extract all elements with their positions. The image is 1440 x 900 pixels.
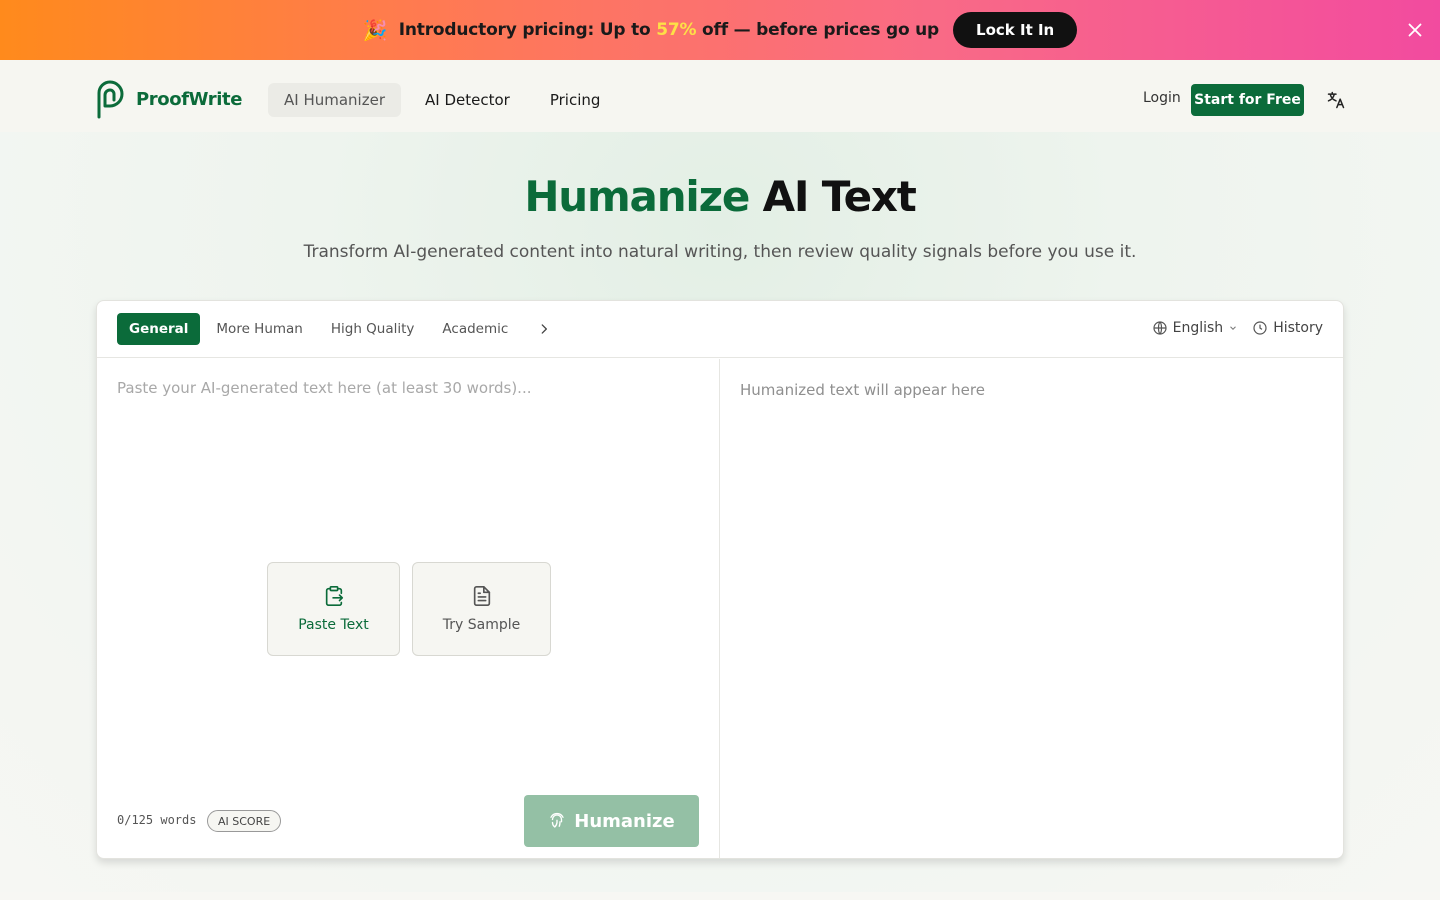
nav-link-ai-humanizer[interactable]: AI Humanizer [268, 83, 401, 117]
promo-text: Introductory pricing: Up to 57% off — be… [399, 20, 939, 40]
brand-logo[interactable]: ProofWrite [96, 79, 242, 119]
language-label: English [1172, 320, 1224, 336]
mode-tab-general[interactable]: General [117, 313, 201, 345]
chevron-down-icon [1230, 326, 1237, 330]
close-icon[interactable] [1404, 19, 1426, 41]
humanize-button[interactable]: Humanize [524, 795, 699, 847]
promo-content: 🎉 Introductory pricing: Up to 57% off — … [362, 12, 1078, 48]
globe-icon [1153, 321, 1167, 335]
card-right-tools: English History [1152, 320, 1323, 336]
history-button[interactable]: History [1252, 320, 1323, 336]
clipboard-paste-icon [325, 586, 343, 606]
try-sample-button[interactable]: Try Sample [412, 562, 551, 656]
nav-links: AI Humanizer AI Detector Pricing [268, 83, 616, 117]
translate-icon[interactable] [1326, 90, 1346, 110]
ai-score-badge[interactable]: AI SCORE [207, 810, 282, 832]
mode-toolbar: General More Human High Quality Academic… [97, 301, 1343, 358]
promo-banner: 🎉 Introductory pricing: Up to 57% off — … [0, 0, 1440, 60]
lock-it-in-button[interactable]: Lock It In [953, 12, 1078, 48]
logo-mark-icon [97, 80, 124, 119]
history-label: History [1273, 320, 1323, 336]
word-count: 0/125 words [117, 813, 197, 827]
nav-link-pricing[interactable]: Pricing [534, 83, 617, 117]
promo-discount: 57% [656, 20, 697, 40]
party-popper-icon: 🎉 [362, 18, 388, 42]
try-sample-label: Try Sample [442, 617, 521, 633]
fingerprint-icon [550, 812, 564, 828]
paste-text-button[interactable]: Paste Text [267, 562, 400, 656]
chevron-right-icon[interactable] [532, 317, 556, 341]
login-link[interactable]: Login [1143, 90, 1181, 106]
mode-tab-high-quality[interactable]: High Quality [319, 313, 427, 345]
input-pane: Paste Text Try Sample 0/125 words AI SCO… [97, 359, 720, 858]
humanize-label: Humanize [574, 810, 675, 832]
promo-text-before: Introductory pricing: Up to [398, 20, 657, 40]
document-icon [473, 586, 490, 606]
input-textarea[interactable] [117, 379, 700, 499]
brand-name: ProofWrite [136, 88, 243, 110]
hero-subtitle: Transform AI-generated content into natu… [303, 242, 1137, 262]
paste-text-label: Paste Text [298, 617, 369, 633]
humanizer-card: General More Human High Quality Academic… [96, 300, 1344, 859]
clock-icon [1253, 321, 1267, 335]
hero-title: Humanize AI Text [0, 172, 1440, 221]
nav-link-ai-detector[interactable]: AI Detector [409, 83, 526, 117]
output-placeholder: Humanized text will appear here [740, 381, 985, 399]
promo-text-after: off — before prices go up [696, 20, 940, 40]
mode-tab-more-human[interactable]: More Human [204, 313, 314, 345]
hero-title-highlight: Humanize [524, 172, 750, 221]
start-for-free-button[interactable]: Start for Free [1191, 84, 1304, 116]
mode-tab-academic[interactable]: Academic [430, 313, 520, 345]
language-select[interactable]: English [1152, 320, 1239, 336]
mode-tabs: General More Human High Quality Academic [117, 313, 556, 345]
output-pane: Humanized text will appear here [720, 359, 1343, 858]
hero-title-rest: AI Text [749, 172, 917, 221]
